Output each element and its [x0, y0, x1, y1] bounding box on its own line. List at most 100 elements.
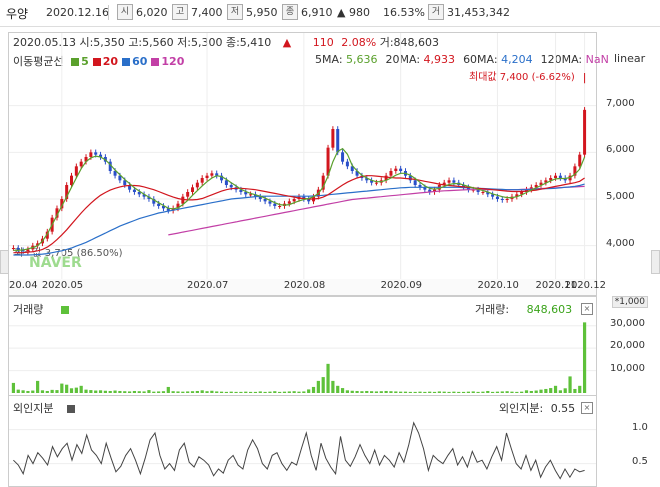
foreign-tick-label: 1.0 [632, 421, 648, 433]
volume-bar [239, 391, 243, 393]
volume-bar [326, 363, 330, 393]
volume-bar [520, 391, 524, 393]
x-tick-label: 2020.05 [41, 280, 84, 291]
volume-bar [113, 390, 117, 393]
volume-bar [297, 391, 301, 393]
volume-bar [89, 390, 93, 393]
volume-bar [118, 390, 122, 393]
volume-bar [563, 388, 567, 393]
candle-body [413, 180, 417, 185]
volume-bar [408, 391, 412, 393]
volume-bar [84, 389, 88, 393]
x-tick-label: 2020.12 [564, 280, 606, 291]
volume-bar [515, 391, 519, 393]
volume-bar [98, 390, 103, 393]
candle-body [132, 189, 136, 192]
x-tick-label: 20.04 [9, 280, 38, 291]
volume-bar [65, 384, 69, 393]
trade-date: 2020.12.16 [46, 6, 109, 19]
volume-bar [60, 383, 64, 393]
volume-bar [224, 391, 228, 393]
volume-bar [21, 390, 25, 393]
volume-bar [205, 391, 209, 393]
volume-bar [147, 390, 151, 393]
volume-bar [355, 390, 359, 393]
volume-bar [200, 390, 204, 393]
volume-bar [215, 391, 219, 393]
ma20-line [13, 175, 585, 254]
candle-body [331, 129, 335, 148]
volume-bar [69, 388, 74, 393]
volume-bar [399, 391, 403, 393]
price-chart[interactable] [9, 33, 596, 279]
open-badge: 시 [117, 4, 133, 20]
candle-body [292, 199, 296, 202]
volume-bar [302, 391, 306, 393]
candle-body [89, 152, 93, 157]
candle-body [495, 196, 499, 199]
volume-bar [447, 391, 451, 393]
price-panel[interactable]: 2020.05.13 시:5,350 고:5,560 저:5,300 종:5,4… [8, 32, 609, 280]
volume-bar [495, 391, 500, 393]
candle-body [11, 248, 15, 249]
volume-bar [152, 391, 156, 393]
candle-body [229, 185, 233, 188]
change-value: ▲ 980 [337, 6, 370, 19]
candle-body [268, 201, 272, 204]
x-tick-label: 2020.09 [380, 280, 422, 291]
volume-bar [307, 389, 311, 393]
x-tick-label: 2020.07 [187, 280, 229, 291]
volume-bar [253, 391, 258, 393]
foreign-chart[interactable] [9, 396, 596, 486]
volume-bar [195, 390, 199, 393]
volume-bar [79, 385, 83, 393]
candle-body [447, 180, 451, 183]
volume-bar [510, 391, 514, 393]
candle-body [345, 161, 349, 167]
volume-bar [108, 390, 112, 393]
open-value: 6,020 [136, 6, 168, 19]
volume-bar [103, 390, 107, 393]
volume-bar [137, 391, 141, 393]
volume-bar [461, 391, 466, 393]
volume-bar [26, 390, 30, 393]
volume-bar [16, 389, 20, 393]
volume-bar [389, 391, 393, 393]
scroll-right-tab[interactable] [651, 250, 660, 274]
candle-body [249, 194, 253, 196]
volume-bar [539, 389, 543, 393]
volume-tick-label: 30,000 [610, 317, 645, 329]
volume-bar [190, 391, 195, 393]
volume-bar [486, 390, 490, 393]
volume-badge: 거 [428, 4, 444, 20]
volume-bar [573, 388, 577, 393]
volume-bar [157, 391, 161, 393]
volume-bar [40, 390, 45, 393]
volume-panel[interactable]: 거래량 거래량: 848,603 × [8, 296, 597, 396]
price-tick-label: 7,000 [606, 97, 635, 109]
volume-bar [549, 388, 553, 393]
volume-chart[interactable] [9, 297, 596, 395]
candle-body [74, 166, 78, 176]
volume-bar [11, 382, 16, 393]
volume-bar [161, 391, 166, 393]
candle-body [341, 152, 345, 162]
volume-bar [413, 391, 417, 393]
volume-bar [316, 380, 320, 393]
low-value: 5,950 [246, 6, 278, 19]
volume-bar [282, 391, 287, 393]
x-tick-label: 2020.10 [477, 280, 519, 291]
volume-bar [423, 391, 427, 393]
foreign-panel[interactable]: 외인지분 외인지분: 0.55 × [8, 395, 597, 487]
volume-bar [94, 390, 98, 393]
volume-bar [263, 391, 267, 393]
candle-body [287, 201, 291, 204]
scroll-left-tab[interactable] [0, 250, 9, 274]
candle-body [399, 168, 403, 171]
volume-bar [36, 380, 40, 393]
volume-bar [534, 390, 538, 393]
volume-bar [360, 391, 364, 393]
chart-area[interactable]: 2020.05.13 시:5,350 고:5,560 저:5,300 종:5,4… [0, 30, 660, 487]
volume-axis: *1,000 30,000 20,000 10,000 [596, 296, 652, 394]
volume-bar [31, 390, 35, 393]
